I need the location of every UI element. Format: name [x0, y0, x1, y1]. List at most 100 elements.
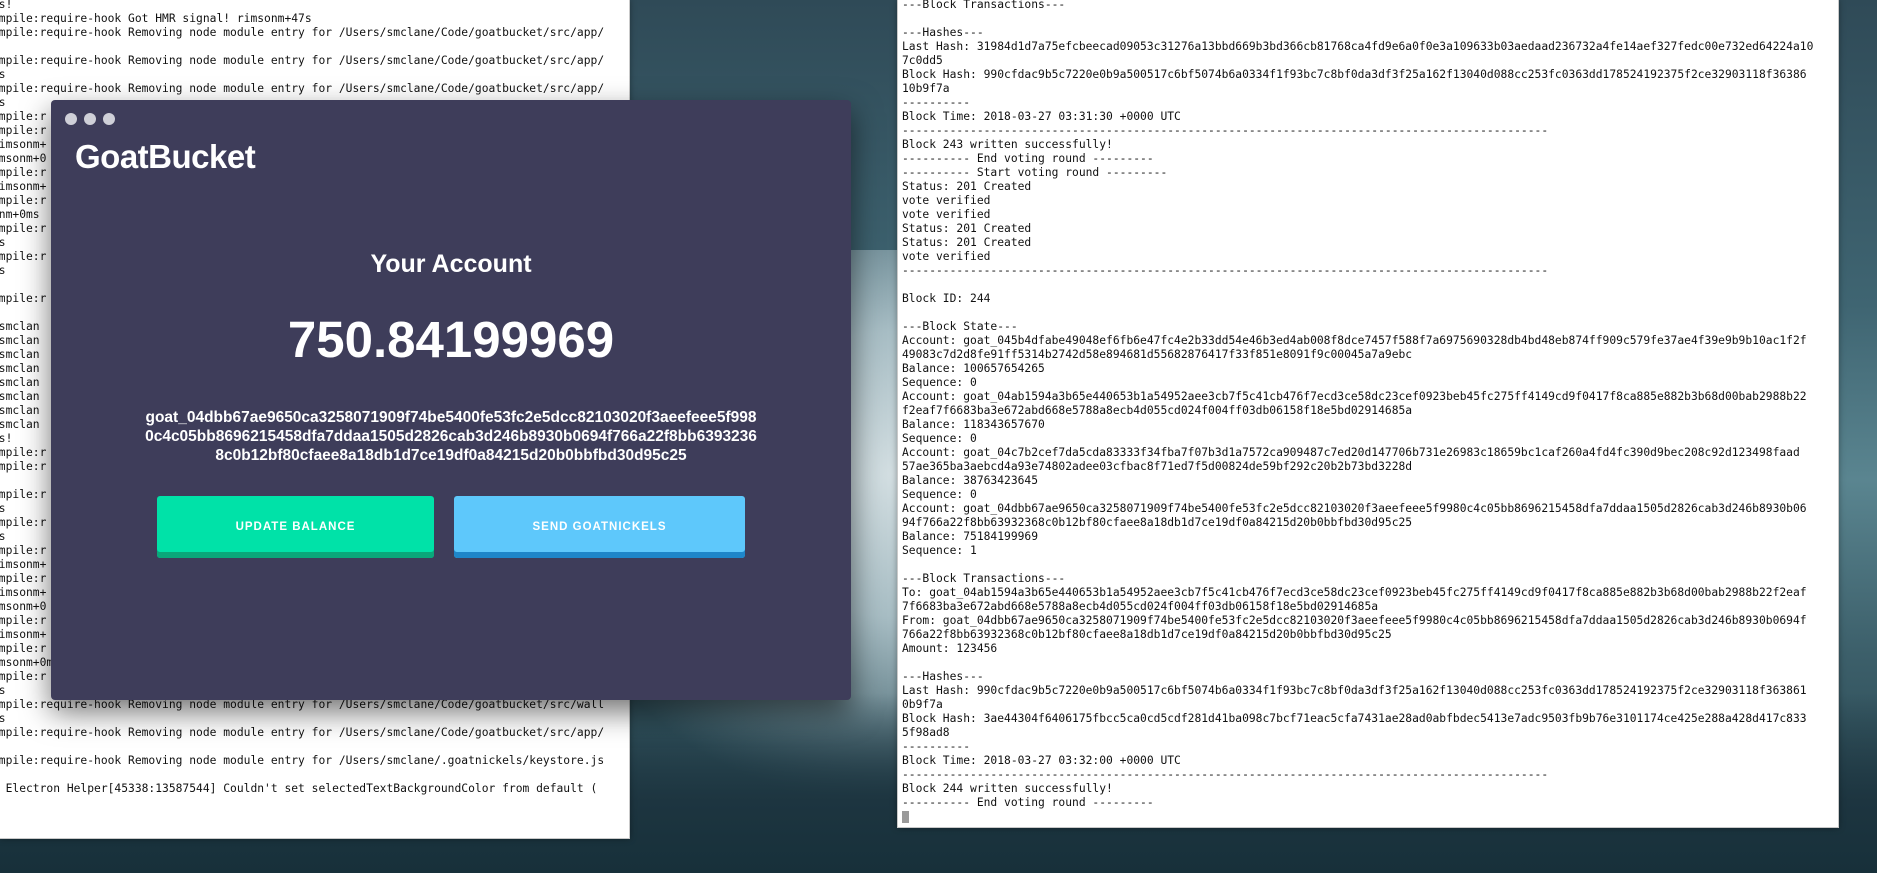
terminal-line: onm+0ms [0, 208, 40, 221]
terminal-line: Status: 201 Created [902, 236, 1032, 249]
terminal-cursor [902, 811, 909, 823]
terminal-line: vote verified [902, 250, 991, 263]
terminal-line: /smclan [0, 376, 40, 389]
terminal-line: Block Time: 2018-03-27 03:32:00 +0000 UT… [902, 754, 1181, 767]
terminal-line: 94f766a22f8bb63932368c0b12bf80cfaee8a18d… [902, 516, 1413, 529]
terminal-line: ys! [0, 432, 13, 445]
terminal-line: ompile:require-hook Removing node module… [0, 754, 605, 767]
terminal-line: /smclan [0, 362, 40, 375]
terminal-line: Last Hash: 990cfdac9b5c7220e0b9a500517c6… [902, 684, 1807, 697]
terminal-line: Balance: 75184199969 [902, 530, 1039, 543]
goatbucket-app-window[interactable]: GoatBucket Your Account 750.84199969 goa… [51, 100, 851, 700]
terminal-line: ompile:require-hook Removing node module… [0, 26, 605, 39]
right-terminal-window[interactable]: ---Block Transactions--- ---Hashes--- La… [897, 0, 1839, 828]
terminal-line: 7c0dd5 [902, 54, 943, 67]
terminal-line: 57ae365ba3aebcd4a93e74802adee03cfbac8f71… [902, 460, 1413, 473]
terminal-line: rimsonm+ [0, 628, 47, 641]
terminal-line: /smclan [0, 390, 40, 403]
terminal-line: ompile:r [0, 446, 47, 459]
terminal-line: ompile:r [0, 642, 47, 655]
terminal-line: vote verified [902, 208, 991, 221]
terminal-line: Block 243 written successfully! [902, 138, 1113, 151]
terminal-line: From: goat_04dbb67ae9650ca3258071909f74b… [902, 614, 1807, 627]
terminal-line: 49083c7d2d8fe91ff5314b2742d58e894681d556… [902, 348, 1413, 361]
account-heading: Your Account [370, 250, 532, 278]
terminal-line: ompile:r [0, 292, 47, 305]
terminal-line: Block 244 written successfully! [902, 782, 1113, 795]
terminal-line: /smclan [0, 404, 40, 417]
terminal-line: ompile:require-hook Removing node module… [0, 54, 605, 67]
terminal-line: Sequence: 0 [902, 376, 977, 389]
terminal-line: 10b9f7a [902, 82, 950, 95]
terminal-line: ompile:r [0, 544, 47, 557]
terminal-line: Account: goat_04dbb67ae9650ca3258071909f… [902, 502, 1807, 515]
terminal-line: ---------- End voting round --------- [902, 796, 1154, 809]
terminal-line: ompile:r [0, 124, 47, 137]
terminal-line: 7f6683ba3e672abd668e5788a8ecb4d055cd024f… [902, 600, 1379, 613]
terminal-line: ---------- [902, 96, 971, 109]
terminal-line: imsonm+0 [0, 152, 47, 165]
terminal-line: Balance: 118343657670 [902, 418, 1045, 431]
terminal-line: ms [0, 684, 6, 697]
terminal-line: rimsonm+ [0, 180, 47, 193]
terminal-line: ompile:r [0, 166, 47, 179]
update-balance-button[interactable]: UPDATE BALANCE [157, 496, 434, 558]
terminal-line: rimsonm+ [0, 138, 47, 151]
terminal-line: Sequence: 0 [902, 488, 977, 501]
terminal-line: ----------------------------------------… [902, 264, 1549, 277]
terminal-line: ompile:r [0, 194, 47, 207]
terminal-line: ---Hashes--- [902, 670, 984, 683]
right-terminal-output: ---Block Transactions--- ---Hashes--- La… [902, 0, 1813, 824]
terminal-line: rimsonm+ [0, 558, 47, 571]
terminal-line: ---Hashes--- [902, 26, 984, 39]
maximize-window-button[interactable] [103, 113, 115, 125]
terminal-line: Amount: 123456 [902, 642, 998, 655]
terminal-line: 1 Electron Helper[45338:13587544] Couldn… [0, 782, 598, 795]
terminal-line: Balance: 100657654265 [902, 362, 1045, 375]
terminal-line: ---------- [902, 740, 971, 753]
terminal-line: Account: goat_045b4dfabe49048ef6fb6e47fc… [902, 334, 1807, 347]
terminal-line: ompile:r [0, 110, 47, 123]
terminal-line: ---Block Transactions--- [902, 572, 1066, 585]
terminal-line: ms [0, 712, 6, 725]
terminal-line: ---Block Transactions--- [902, 0, 1066, 11]
terminal-line: /smclan [0, 334, 40, 347]
terminal-line: vote verified [902, 194, 991, 207]
terminal-line: ompile:require-hook Got HMR signal! rims… [0, 12, 312, 25]
terminal-line: 0b9f7a [902, 698, 943, 711]
terminal-line: ompile:r [0, 516, 47, 529]
terminal-line: 766a22f8bb63932368c0b12bf80cfaee8a18db1d… [902, 628, 1392, 641]
terminal-line: To: goat_04ab1594a3b65e440653b1a54952aee… [902, 586, 1807, 599]
terminal-line: ompile:require-hook Removing node module… [0, 82, 605, 95]
terminal-line: ---------- Start voting round --------- [902, 166, 1168, 179]
terminal-line: ms [0, 68, 6, 81]
terminal-line: ms [0, 264, 6, 277]
terminal-line: /smclan [0, 418, 40, 431]
minimize-window-button[interactable] [84, 113, 96, 125]
terminal-line: ms [0, 236, 6, 249]
terminal-line: Block Hash: 3ae44304f6406175fbcc5ca0cd5c… [902, 712, 1807, 725]
terminal-line: /smclan [0, 348, 40, 361]
terminal-line: /smclan [0, 320, 40, 333]
close-window-button[interactable] [65, 113, 77, 125]
terminal-line: Last Hash: 31984d1d7a75efcbeecad09053c31… [902, 40, 1814, 53]
terminal-line: rimsonm+ [0, 586, 47, 599]
send-goatnickels-button[interactable]: SEND GOATNICKELS [454, 496, 745, 558]
terminal-line: Status: 201 Created [902, 222, 1032, 235]
terminal-line: ----------------------------------------… [902, 124, 1549, 137]
terminal-line: Sequence: 0 [902, 432, 977, 445]
terminal-line: 5f98ad8 [902, 726, 950, 739]
terminal-line: ms [0, 530, 6, 543]
terminal-line: Block Hash: 990cfdac9b5c7220e0b9a500517c… [902, 68, 1807, 81]
terminal-line: ompile:r [0, 670, 47, 683]
terminal-line: f2eaf7f6683ba3e672abd668e5788a8ecb4d055c… [902, 404, 1413, 417]
terminal-line: Sequence: 1 [902, 544, 977, 557]
terminal-line: Account: goat_04c7b2cef7da5cda83333f34fb… [902, 446, 1800, 459]
terminal-line: ompile:r [0, 488, 47, 501]
terminal-line: ompile:r [0, 572, 47, 585]
terminal-line: ys! [0, 0, 13, 11]
terminal-line: ms [0, 96, 6, 109]
terminal-line: ms [0, 502, 6, 515]
terminal-line: Block Time: 2018-03-27 03:31:30 +0000 UT… [902, 110, 1181, 123]
terminal-line: Balance: 38763423645 [902, 474, 1039, 487]
